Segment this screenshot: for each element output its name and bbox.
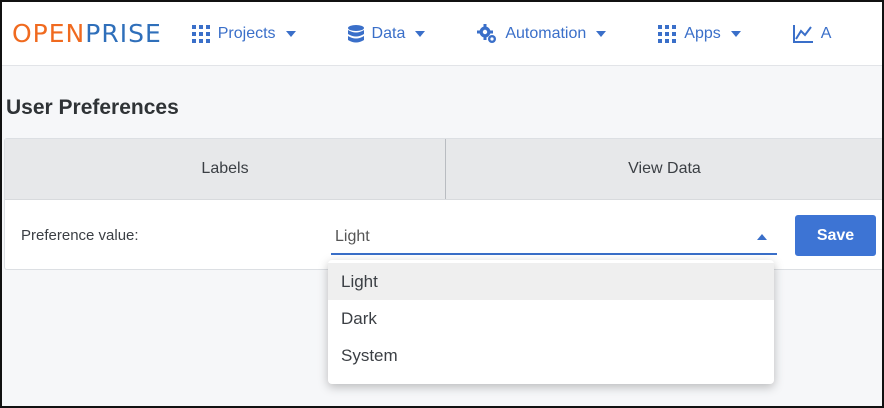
gear-icon — [477, 23, 497, 43]
caret-down-icon — [285, 30, 296, 37]
database-icon — [347, 24, 364, 42]
top-navigation: OPEN PRISE Projects Data Automation Apps… — [2, 2, 882, 66]
caret-up-icon — [757, 234, 767, 240]
preference-select-value: Light — [335, 228, 370, 245]
nav-menu: Projects Data Automation Apps A — [191, 23, 832, 44]
caret-down-icon — [730, 30, 741, 37]
nav-apps-label: Apps — [684, 24, 721, 42]
option-system[interactable]: System — [328, 337, 774, 374]
nav-automation[interactable]: Automation — [477, 23, 614, 44]
tab-labels[interactable]: Labels — [5, 139, 446, 199]
save-button[interactable]: Save — [795, 215, 876, 256]
page-title: User Preferences — [6, 96, 179, 119]
caret-down-icon — [596, 30, 607, 37]
grid-icon — [191, 24, 210, 43]
app-frame: OPEN PRISE Projects Data Automation Apps… — [0, 0, 884, 408]
option-light[interactable]: Light — [328, 263, 774, 300]
preference-dropdown-menu: Light Dark System — [328, 260, 774, 384]
preference-select[interactable]: Light — [331, 221, 777, 255]
nav-apps[interactable]: Apps — [658, 24, 748, 43]
tab-bar: Labels View Data — [5, 139, 882, 200]
nav-projects-label: Projects — [217, 24, 276, 42]
tab-view-data[interactable]: View Data — [446, 139, 882, 199]
nav-analytics-label: A — [820, 24, 832, 42]
nav-projects[interactable]: Projects — [191, 24, 304, 43]
preferences-card: Labels View Data Preference value: Light… — [4, 138, 882, 270]
nav-data-label: Data — [371, 24, 406, 42]
caret-down-icon — [415, 30, 426, 37]
preference-value-label: Preference value: — [21, 227, 139, 244]
option-dark[interactable]: Dark — [328, 300, 774, 337]
nav-data[interactable]: Data — [347, 24, 434, 43]
openprise-logo[interactable]: OPEN PRISE — [12, 19, 162, 48]
grid-icon — [658, 24, 677, 43]
logo-part-open: OPEN — [12, 19, 86, 48]
nav-automation-label: Automation — [505, 24, 587, 42]
chart-icon — [792, 24, 813, 43]
logo-part-prise: PRISE — [85, 19, 162, 48]
nav-analytics[interactable]: A — [792, 24, 832, 43]
